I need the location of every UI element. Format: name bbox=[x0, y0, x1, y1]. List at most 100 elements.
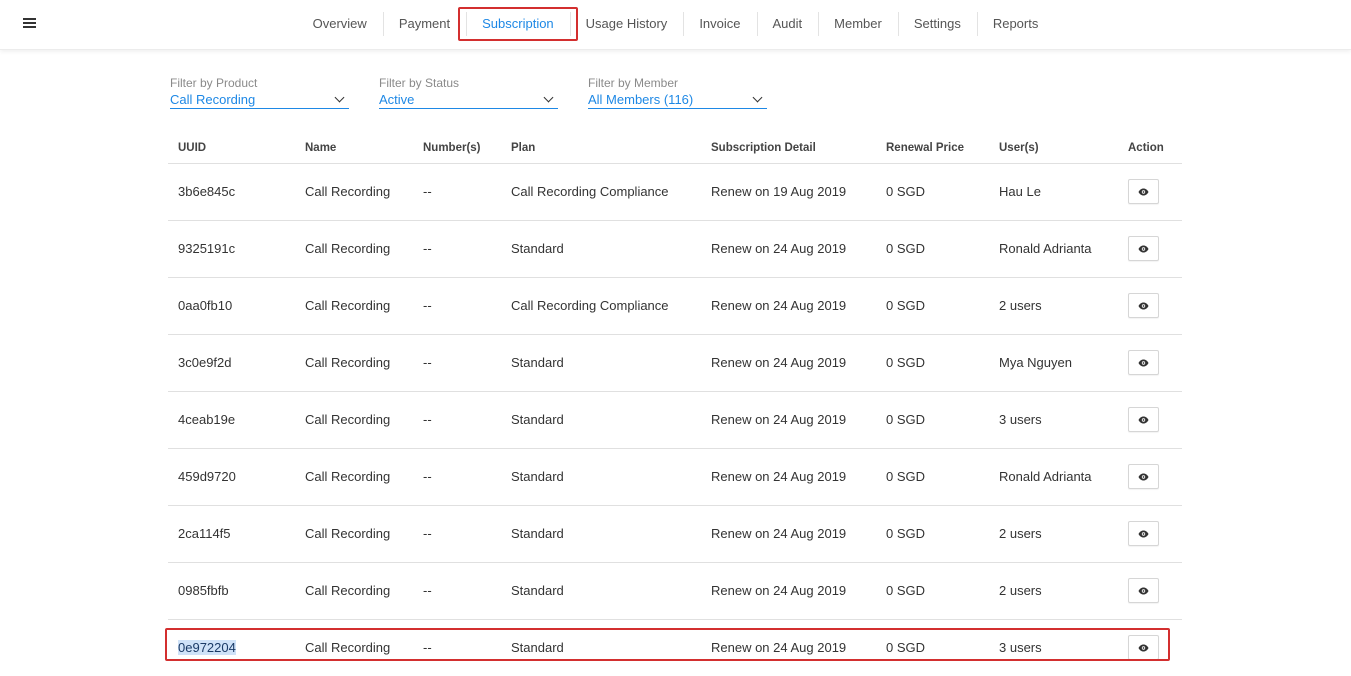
table-row: 3b6e845c Call Recording -- Call Recordin… bbox=[168, 163, 1182, 221]
eye-icon bbox=[1138, 473, 1149, 480]
cell-action bbox=[1118, 619, 1182, 676]
product-filter: Filter by Product Call Recording bbox=[170, 76, 349, 109]
cell-uuid: 3c0e9f2d bbox=[168, 334, 295, 392]
view-subscription-button[interactable] bbox=[1128, 236, 1159, 261]
uuid-text: 0aa0fb10 bbox=[178, 298, 233, 313]
cell-renewal-price: 0 SGD bbox=[876, 220, 989, 278]
view-subscription-button[interactable] bbox=[1128, 293, 1159, 318]
uuid-text: 459d9720 bbox=[178, 469, 236, 484]
filter-bar: Filter by Product Call Recording Filter … bbox=[170, 76, 767, 109]
table-row: 0e972204 Call Recording -- Standard Rene… bbox=[168, 619, 1182, 676]
product-filter-value: Call Recording bbox=[170, 92, 256, 107]
cell-renewal-price: 0 SGD bbox=[876, 391, 989, 449]
cell-subscription-detail: Renew on 19 Aug 2019 bbox=[701, 163, 876, 221]
uuid-text: 4ceab19e bbox=[178, 412, 236, 427]
tab-overview[interactable]: Overview bbox=[297, 7, 383, 41]
cell-users: Ronald Adrianta bbox=[989, 220, 1118, 278]
table-row: 0aa0fb10 Call Recording -- Call Recordin… bbox=[168, 277, 1182, 335]
table-row: 3c0e9f2d Call Recording -- Standard Rene… bbox=[168, 334, 1182, 392]
cell-users: 3 users bbox=[999, 640, 1042, 656]
cell-renewal-price: 0 SGD bbox=[876, 334, 989, 392]
view-subscription-button[interactable] bbox=[1128, 350, 1159, 375]
tab-subscription[interactable]: Subscription bbox=[458, 7, 578, 41]
tab-settings[interactable]: Settings bbox=[897, 7, 977, 41]
cell-uuid: 3b6e845c bbox=[168, 163, 295, 221]
cell-renewal-price: 0 SGD bbox=[876, 562, 989, 620]
tab-audit[interactable]: Audit bbox=[756, 7, 819, 41]
cell-users: Ronald Adrianta bbox=[989, 448, 1118, 506]
cell-numbers: -- bbox=[413, 277, 501, 335]
tab-invoice[interactable]: Invoice bbox=[683, 7, 756, 41]
cell-renewal-price: 0 SGD bbox=[886, 640, 926, 656]
cell-name: Call Recording bbox=[295, 277, 413, 335]
table-row: 4ceab19e Call Recording -- Standard Rene… bbox=[168, 391, 1182, 449]
cell-plan: Standard bbox=[501, 505, 701, 563]
view-subscription-button[interactable] bbox=[1128, 464, 1159, 489]
view-subscription-button[interactable] bbox=[1128, 407, 1159, 432]
cell-action bbox=[1118, 562, 1182, 620]
main-tabs: Overview Payment Subscription Usage Hist… bbox=[0, 7, 1351, 41]
cell-uuid: 0aa0fb10 bbox=[168, 277, 295, 335]
cell-subscription-detail: Renew on 24 Aug 2019 bbox=[701, 448, 876, 506]
view-subscription-button[interactable] bbox=[1128, 521, 1159, 546]
tab-member[interactable]: Member bbox=[818, 7, 898, 41]
cell-plan: Standard bbox=[501, 220, 701, 278]
cell-numbers: -- bbox=[413, 562, 501, 620]
header-users: User(s) bbox=[989, 134, 1118, 164]
status-filter-label: Filter by Status bbox=[379, 76, 460, 90]
eye-icon bbox=[1138, 530, 1149, 537]
cell-subscription-detail: Renew on 24 Aug 2019 bbox=[701, 220, 876, 278]
cell-uuid: 0e972204 bbox=[168, 619, 295, 676]
view-subscription-button[interactable] bbox=[1128, 578, 1159, 603]
cell-name: Call Recording bbox=[305, 640, 391, 656]
chevron-down-icon bbox=[334, 92, 345, 103]
tab-reports[interactable]: Reports bbox=[976, 7, 1055, 41]
status-filter-select[interactable]: Active bbox=[379, 91, 558, 109]
uuid-text: 3b6e845c bbox=[178, 184, 236, 199]
table-row: 2ca114f5 Call Recording -- Standard Rene… bbox=[168, 505, 1182, 563]
cell-name: Call Recording bbox=[295, 505, 413, 563]
cell-numbers: -- bbox=[413, 220, 501, 278]
header-numbers: Number(s) bbox=[413, 134, 501, 164]
status-filter-value: Active bbox=[379, 92, 415, 107]
cell-subscription-detail: Renew on 24 Aug 2019 bbox=[701, 505, 876, 563]
header-plan: Plan bbox=[501, 134, 701, 164]
tab-usage-history[interactable]: Usage History bbox=[569, 7, 684, 41]
tab-payment[interactable]: Payment bbox=[382, 7, 466, 41]
member-filter-value: All Members (116) bbox=[588, 92, 694, 107]
header-subscription-detail: Subscription Detail bbox=[701, 134, 876, 164]
member-filter-label: Filter by Member bbox=[588, 76, 679, 90]
view-subscription-button[interactable] bbox=[1128, 179, 1159, 204]
chevron-down-icon bbox=[752, 92, 763, 103]
cell-users: Hau Le bbox=[989, 163, 1118, 221]
cell-users: 2 users bbox=[989, 505, 1118, 563]
uuid-text: 0e972204 bbox=[178, 640, 236, 656]
eye-icon bbox=[1138, 188, 1149, 195]
cell-plan: Call Recording Compliance bbox=[501, 277, 701, 335]
header-uuid: UUID bbox=[168, 134, 295, 164]
cell-action bbox=[1118, 163, 1182, 221]
cell-uuid: 9325191c bbox=[168, 220, 295, 278]
product-filter-select[interactable]: Call Recording bbox=[170, 91, 349, 109]
cell-subscription-detail: Renew on 24 Aug 2019 bbox=[711, 640, 847, 656]
product-filter-label: Filter by Product bbox=[170, 76, 258, 90]
cell-subscription-detail: Renew on 24 Aug 2019 bbox=[701, 277, 876, 335]
eye-icon bbox=[1138, 644, 1149, 652]
eye-icon bbox=[1138, 302, 1149, 309]
cell-name: Call Recording bbox=[295, 334, 413, 392]
cell-plan: Standard bbox=[501, 448, 701, 506]
top-navigation-bar: Overview Payment Subscription Usage Hist… bbox=[0, 0, 1351, 50]
view-subscription-button[interactable] bbox=[1128, 635, 1159, 661]
cell-action bbox=[1118, 334, 1182, 392]
header-action: Action bbox=[1118, 134, 1182, 164]
cell-plan: Call Recording Compliance bbox=[501, 163, 701, 221]
cell-plan: Standard bbox=[501, 391, 701, 449]
member-filter-select[interactable]: All Members (116) bbox=[588, 91, 767, 109]
cell-name: Call Recording bbox=[295, 163, 413, 221]
cell-numbers: -- bbox=[413, 448, 501, 506]
cell-users: Mya Nguyen bbox=[989, 334, 1118, 392]
cell-renewal-price: 0 SGD bbox=[876, 163, 989, 221]
cell-plan: Standard bbox=[501, 562, 701, 620]
cell-uuid: 2ca114f5 bbox=[168, 505, 295, 563]
cell-plan: Standard bbox=[511, 640, 564, 656]
